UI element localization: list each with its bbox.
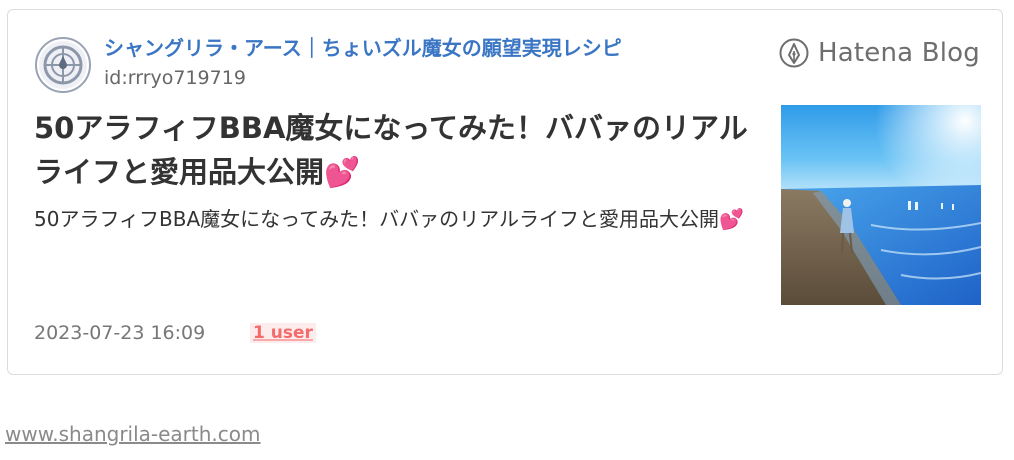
heart-emoji: 💕 [718, 207, 744, 231]
hatena-blog-logo[interactable]: Hatena Blog [779, 38, 980, 68]
entry-title-text: 50アラフィフBBA魔女になってみた！ババァのリアルライフと愛用品大公開 [34, 111, 748, 189]
blog-id[interactable]: id:rrryo719719 [104, 67, 246, 89]
hatena-blog-label: Hatena Blog [817, 38, 980, 68]
bookmark-users-link[interactable]: 1 user [250, 323, 316, 343]
site-url-link[interactable]: www.shangrila-earth.com [5, 422, 261, 446]
entry-description: 50アラフィフBBA魔女になってみた！ババァのリアルライフと愛用品大公開💕 [34, 202, 759, 236]
heart-emoji: 💕 [324, 155, 361, 189]
blog-embed-card: シャングリラ・アース｜ちょいズル魔女の願望実現レシピ id:rrryo71971… [7, 9, 1003, 375]
blog-avatar[interactable] [35, 37, 91, 93]
hatena-pen-icon [779, 38, 809, 68]
entry-title-link[interactable]: 50アラフィフBBA魔女になってみた！ババァのリアルライフと愛用品大公開💕 [34, 106, 759, 194]
entry-date: 2023-07-23 16:09 [34, 322, 206, 344]
beach-photo-thumbnail [781, 105, 981, 305]
avatar-emblem-icon [39, 41, 87, 89]
site-title-link[interactable]: シャングリラ・アース｜ちょいズル魔女の願望実現レシピ [104, 32, 744, 61]
entry-thumbnail[interactable] [781, 105, 981, 305]
entry-description-text: 50アラフィフBBA魔女になってみた！ババァのリアルライフと愛用品大公開 [34, 207, 719, 231]
